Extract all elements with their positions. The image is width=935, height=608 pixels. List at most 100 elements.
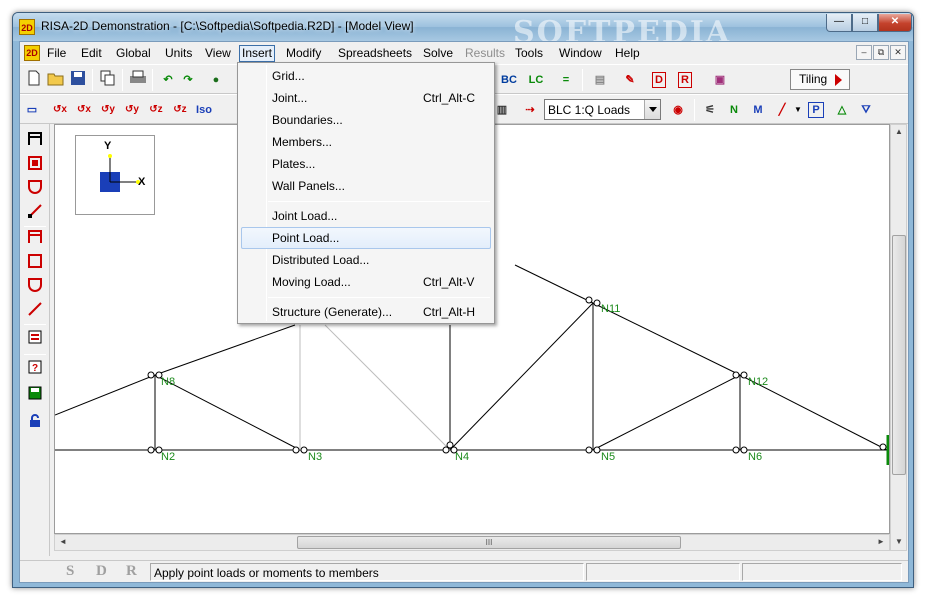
- menu-global[interactable]: Global: [113, 45, 154, 62]
- lock-icon[interactable]: [26, 414, 44, 432]
- report-icon[interactable]: ▤: [590, 70, 610, 90]
- member-labels-button[interactable]: M: [748, 100, 768, 120]
- open-folder-icon[interactable]: [46, 70, 66, 90]
- menu-insert[interactable]: Insert: [239, 45, 276, 62]
- line-unselect-icon[interactable]: [26, 302, 44, 320]
- document-icon[interactable]: 2D: [24, 45, 40, 61]
- iso-view-button[interactable]: Iso: [194, 100, 214, 120]
- scroll-down-icon[interactable]: ▼: [895, 537, 903, 546]
- shape-unselect-icon[interactable]: [26, 278, 44, 296]
- vertical-scroll-thumb[interactable]: [892, 235, 906, 475]
- scroll-left-icon[interactable]: ◄: [59, 537, 67, 546]
- menu-item-label: Point Load...: [272, 231, 340, 245]
- vertical-scrollbar[interactable]: ▲ ▼: [890, 124, 907, 551]
- save-selection-icon[interactable]: [26, 386, 44, 404]
- frame-unselect-icon[interactable]: [26, 230, 44, 248]
- menu-item-distributed-load[interactable]: Distributed Load...: [241, 249, 491, 271]
- menu-item-joint[interactable]: Joint... Ctrl_Alt-C: [241, 87, 491, 109]
- rotate-neg-x-icon[interactable]: ↺x: [74, 100, 94, 120]
- box-unselect-icon[interactable]: [26, 254, 44, 272]
- svg-text:?: ?: [32, 363, 38, 374]
- close-button[interactable]: ✕: [878, 14, 912, 32]
- menu-window[interactable]: Window: [556, 45, 605, 62]
- menu-item-point-load[interactable]: Point Load...: [241, 227, 491, 249]
- frame-icon[interactable]: [26, 132, 44, 150]
- shape-icon[interactable]: [26, 180, 44, 198]
- support-icon[interactable]: △: [832, 100, 852, 120]
- menu-item-label: Distributed Load...: [272, 253, 370, 267]
- status-r-indicator[interactable]: R: [126, 563, 137, 580]
- save-icon[interactable]: [68, 70, 88, 90]
- menu-bar: 2D File Edit Global Units View Insert Mo…: [20, 42, 908, 64]
- load-case-select[interactable]: BLC 1:Q Loads: [544, 99, 661, 120]
- menu-item-moving-load[interactable]: Moving Load... Ctrl_Alt-V: [241, 271, 491, 293]
- print-icon[interactable]: [128, 70, 148, 90]
- copy-icon[interactable]: [98, 70, 118, 90]
- minimize-button[interactable]: —: [826, 14, 852, 32]
- menu-file[interactable]: File: [44, 45, 69, 62]
- menu-item-plates[interactable]: Plates...: [241, 153, 491, 175]
- menu-tools[interactable]: Tools: [512, 45, 546, 62]
- d-button[interactable]: D: [652, 72, 666, 88]
- spring-icon[interactable]: ⚟: [700, 100, 720, 120]
- title-bar[interactable]: 2D RISA-2D Demonstration - [C:\Softpedia…: [13, 13, 913, 50]
- rotate-neg-z-icon[interactable]: ↺z: [170, 100, 190, 120]
- new-file-icon[interactable]: [24, 70, 44, 90]
- member-options-dropdown-icon[interactable]: ▼: [788, 100, 808, 120]
- undo-icon[interactable]: ↶: [158, 70, 178, 90]
- r-button[interactable]: R: [678, 72, 692, 88]
- scroll-right-icon[interactable]: ►: [877, 537, 885, 546]
- equals-icon[interactable]: =: [556, 70, 576, 90]
- status-s-indicator[interactable]: S: [66, 563, 74, 580]
- mdi-close-button[interactable]: ✕: [890, 45, 906, 60]
- criteria-select-icon[interactable]: ?: [26, 360, 44, 378]
- menu-results[interactable]: Results: [462, 45, 508, 62]
- boundary-icon[interactable]: ⛛: [856, 100, 876, 120]
- plate-button[interactable]: P: [808, 102, 824, 118]
- menu-item-grid[interactable]: Grid...: [241, 65, 491, 87]
- menu-item-wall-panels[interactable]: Wall Panels...: [241, 175, 491, 197]
- drawing-toolbar: ?: [20, 124, 50, 556]
- menu-view[interactable]: View: [202, 45, 234, 62]
- lc-button[interactable]: LC: [524, 70, 548, 90]
- menu-edit[interactable]: Edit: [78, 45, 105, 62]
- tiling-button[interactable]: Tiling: [790, 69, 850, 90]
- menu-item-label: Plates...: [272, 157, 316, 171]
- box-select-icon[interactable]: [26, 156, 44, 174]
- scroll-up-icon[interactable]: ▲: [895, 127, 903, 136]
- node-labels-button[interactable]: N: [724, 100, 744, 120]
- menu-item-boundaries[interactable]: Boundaries...: [241, 109, 491, 131]
- invert-selection-icon[interactable]: [26, 330, 44, 348]
- rotate-neg-y-icon[interactable]: ↺y: [122, 100, 142, 120]
- menu-item-members[interactable]: Members...: [241, 131, 491, 153]
- app-icon: 2D: [19, 19, 35, 35]
- redo-icon[interactable]: ↷: [178, 70, 198, 90]
- cycle-loads-icon[interactable]: ◉: [668, 100, 688, 120]
- menu-spreadsheets[interactable]: Spreadsheets: [335, 45, 415, 62]
- rotate-y-icon[interactable]: ↺y: [98, 100, 118, 120]
- menu-item-structure-generate[interactable]: Structure (Generate)... Ctrl_Alt-H: [241, 301, 491, 323]
- grid-view-icon[interactable]: ▥: [492, 100, 512, 120]
- graphics-editor-icon[interactable]: ▭: [22, 100, 42, 120]
- menu-item-joint-load[interactable]: Joint Load...: [241, 205, 491, 227]
- globe-icon[interactable]: ●: [206, 70, 226, 90]
- line-select-icon[interactable]: [26, 204, 44, 222]
- maximize-button[interactable]: □: [852, 14, 878, 32]
- bc-button[interactable]: BC: [496, 70, 522, 90]
- mdi-restore-button[interactable]: ⧉: [873, 45, 889, 60]
- rotate-z-icon[interactable]: ↺z: [146, 100, 166, 120]
- menu-help[interactable]: Help: [612, 45, 643, 62]
- menu-modify[interactable]: Modify: [283, 45, 324, 62]
- load-arrow-icon[interactable]: ⇢: [520, 100, 540, 120]
- rotate-x-icon[interactable]: ↺x: [50, 100, 70, 120]
- mdi-minimize-button[interactable]: –: [856, 45, 872, 60]
- status-bar: S D R Apply point loads or moments to me…: [20, 560, 908, 582]
- book-icon[interactable]: ▣: [710, 70, 730, 90]
- horizontal-scrollbar[interactable]: ◄ III ►: [54, 534, 890, 551]
- menu-units[interactable]: Units: [162, 45, 195, 62]
- horizontal-scroll-thumb[interactable]: III: [297, 536, 681, 549]
- menu-solve[interactable]: Solve: [420, 45, 456, 62]
- status-d-indicator[interactable]: D: [96, 563, 107, 580]
- menu-item-shortcut: Ctrl_Alt-C: [423, 91, 476, 105]
- pen-icon[interactable]: ✎: [620, 70, 640, 90]
